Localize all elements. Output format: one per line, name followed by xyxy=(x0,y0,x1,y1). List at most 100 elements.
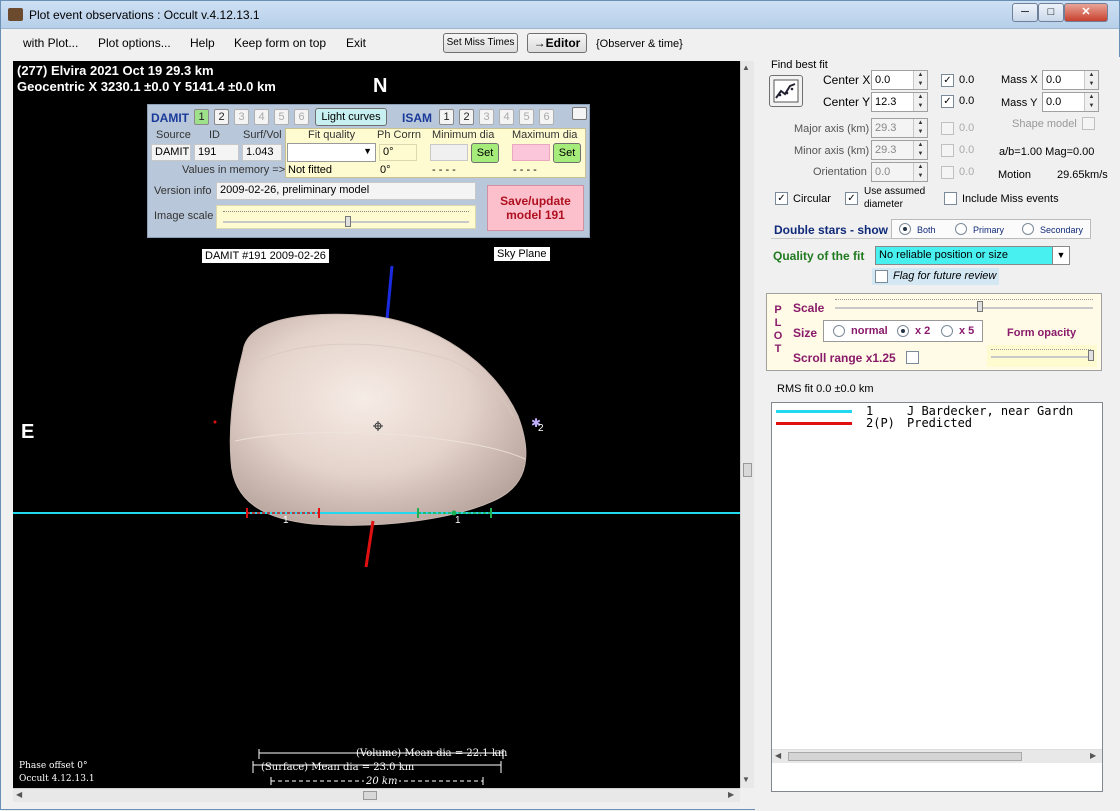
flag-review-checkbox[interactable] xyxy=(875,270,888,283)
fit-quality-select[interactable]: ▼ xyxy=(287,143,376,162)
legend-scroll-thumb[interactable] xyxy=(788,752,1022,761)
scroll-up-icon[interactable]: ▲ xyxy=(742,63,750,72)
spin-arrows-icon[interactable]: ▲ ▼ xyxy=(913,163,927,181)
chevron-down-icon[interactable]: ▼ xyxy=(1052,246,1070,265)
horizontal-scroll-thumb[interactable] xyxy=(363,791,377,800)
major-axis-input[interactable]: 29.3 ▲ ▼ xyxy=(871,118,928,138)
plot-side-p: P xyxy=(774,304,782,316)
isam-model-1[interactable]: 1 xyxy=(439,109,454,125)
find-best-fit-label: Find best fit xyxy=(771,59,828,71)
max-dia-input[interactable] xyxy=(512,144,550,161)
radio-secondary[interactable] xyxy=(1022,223,1034,235)
menu-exit[interactable]: Exit xyxy=(346,36,366,50)
menu-keep-form-on-top[interactable]: Keep form on top xyxy=(234,36,326,50)
shape-model-checkbox[interactable] xyxy=(1082,117,1095,130)
light-curves-button[interactable]: Light curves xyxy=(315,108,387,126)
damit-model-1[interactable]: 1 xyxy=(194,109,209,125)
quality-of-fit-label: Quality of the fit xyxy=(773,249,865,263)
find-best-fit-button[interactable] xyxy=(769,75,803,107)
save-update-model-button[interactable]: Save/update model 191 xyxy=(487,185,584,231)
center-y-checkbox[interactable]: ✓ xyxy=(941,95,954,108)
plot-area[interactable]: (277) Elvira 2021 Oct 19 29.3 km Geocent… xyxy=(13,61,740,788)
center-y-input[interactable]: 12.3 ▲ ▼ xyxy=(871,92,928,112)
orientation-input[interactable]: 0.0 ▲ ▼ xyxy=(871,162,928,182)
center-x-input[interactable]: 0.0 ▲ ▼ xyxy=(871,70,928,90)
size-x2-radio[interactable] xyxy=(897,325,909,337)
set-miss-times-button[interactable]: Set Miss Times xyxy=(443,33,518,53)
rms-fit-label: RMS fit 0.0 ±0.0 km xyxy=(777,383,874,395)
max-dia-set-button[interactable]: Set xyxy=(553,143,581,163)
major-axis-checkbox[interactable] xyxy=(941,122,954,135)
flag-review-label: Flag for future review xyxy=(893,270,997,282)
size-normal-radio[interactable] xyxy=(833,325,845,337)
damit-model-2[interactable]: 2 xyxy=(214,109,229,125)
scroll-left-icon[interactable]: ◀ xyxy=(16,790,22,799)
spin-arrows-icon[interactable]: ▲ ▼ xyxy=(1084,71,1098,89)
damit-model-6[interactable]: 6 xyxy=(294,109,309,125)
size-x2-label: x 2 xyxy=(915,325,931,337)
spin-arrows-icon[interactable]: ▲ ▼ xyxy=(913,141,927,159)
scroll-left-icon[interactable]: ◀ xyxy=(775,751,781,760)
include-miss-events-checkbox[interactable] xyxy=(944,192,957,205)
min-dia-set-button[interactable]: Set xyxy=(471,143,499,163)
save-button-line1: Save/update xyxy=(500,194,571,208)
collapse-panel-button[interactable] xyxy=(572,107,587,120)
fit-chart-icon xyxy=(773,79,799,103)
isam-model-4[interactable]: 4 xyxy=(499,109,514,125)
editor-button[interactable]: →Editor xyxy=(527,33,587,53)
menu-plot-options[interactable]: Plot options... xyxy=(98,36,171,50)
center-x-checkbox[interactable]: ✓ xyxy=(941,74,954,87)
damit-label: DAMIT xyxy=(151,111,189,125)
isam-model-2[interactable]: 2 xyxy=(459,109,474,125)
plot-vertical-scrollbar[interactable]: ▲ ▼ xyxy=(740,61,754,788)
spin-arrows-icon[interactable]: ▲ ▼ xyxy=(913,71,927,89)
scale-thumb[interactable] xyxy=(977,301,983,312)
scroll-right-icon[interactable]: ▶ xyxy=(1090,751,1096,760)
spin-arrows-icon[interactable]: ▲ ▼ xyxy=(913,93,927,111)
isam-model-3[interactable]: 3 xyxy=(479,109,494,125)
scroll-range-checkbox[interactable] xyxy=(906,351,919,364)
quality-of-fit-select[interactable]: No reliable position or size ▼ xyxy=(875,246,1070,265)
isam-model-6[interactable]: 6 xyxy=(539,109,554,125)
image-scale-slider[interactable] xyxy=(216,205,476,229)
image-scale-thumb[interactable] xyxy=(345,216,351,227)
menu-help[interactable]: Help xyxy=(190,36,215,50)
chord-label-1: 1 xyxy=(283,515,289,526)
size-x5-radio[interactable] xyxy=(941,325,953,337)
minor-axis-checkbox[interactable] xyxy=(941,144,954,157)
minor-axis-input[interactable]: 29.3 ▲ ▼ xyxy=(871,140,928,160)
spin-arrows-icon[interactable]: ▲ ▼ xyxy=(1084,93,1098,111)
isam-model-5[interactable]: 5 xyxy=(519,109,534,125)
legend-num-2: 2(P) xyxy=(866,416,895,430)
right-panel: Find best fit Center X 0.0 ▲ ▼ ✓ 0.0 Mass … xyxy=(755,57,1120,811)
use-assumed-diameter-checkbox[interactable]: ✓ xyxy=(845,192,858,205)
circular-checkbox[interactable]: ✓ xyxy=(775,192,788,205)
image-scale-label: Image scale xyxy=(154,210,214,222)
damit-model-3[interactable]: 3 xyxy=(234,109,249,125)
maximize-button[interactable]: □ xyxy=(1038,3,1064,22)
plot-horizontal-scrollbar[interactable]: ◀ ▶ xyxy=(13,788,740,802)
close-button[interactable]: ✕ xyxy=(1064,3,1108,22)
ph-corrn-value[interactable]: 0° xyxy=(379,144,417,161)
quality-of-fit-value: No reliable position or size xyxy=(879,249,1009,261)
orientation-checkbox[interactable] xyxy=(941,166,954,179)
radio-primary[interactable] xyxy=(955,223,967,235)
legend-horizontal-scrollbar[interactable]: ◀ ▶ xyxy=(772,749,1102,763)
scroll-down-icon[interactable]: ▼ xyxy=(742,775,750,784)
radio-both[interactable] xyxy=(899,223,911,235)
scale-slider[interactable] xyxy=(835,297,1095,315)
damit-model-4[interactable]: 4 xyxy=(254,109,269,125)
mass-y-input[interactable]: 0.0 ▲ ▼ xyxy=(1042,92,1099,112)
vertical-scroll-thumb[interactable] xyxy=(743,463,752,477)
spin-arrows-icon[interactable]: ▲ ▼ xyxy=(913,119,927,137)
menu-with-plot[interactable]: with Plot... xyxy=(23,36,78,50)
ph-corrn-memory: 0° xyxy=(380,164,391,176)
min-dia-input[interactable] xyxy=(430,144,468,161)
scroll-right-icon[interactable]: ▶ xyxy=(728,790,734,799)
damit-model-5[interactable]: 5 xyxy=(274,109,289,125)
form-opacity-slider[interactable] xyxy=(987,345,1097,367)
form-opacity-thumb[interactable] xyxy=(1088,350,1094,361)
mass-x-input[interactable]: 0.0 ▲ ▼ xyxy=(1042,70,1099,90)
minimize-button[interactable]: ─ xyxy=(1012,3,1038,22)
center-x-label: Center X xyxy=(823,73,871,87)
